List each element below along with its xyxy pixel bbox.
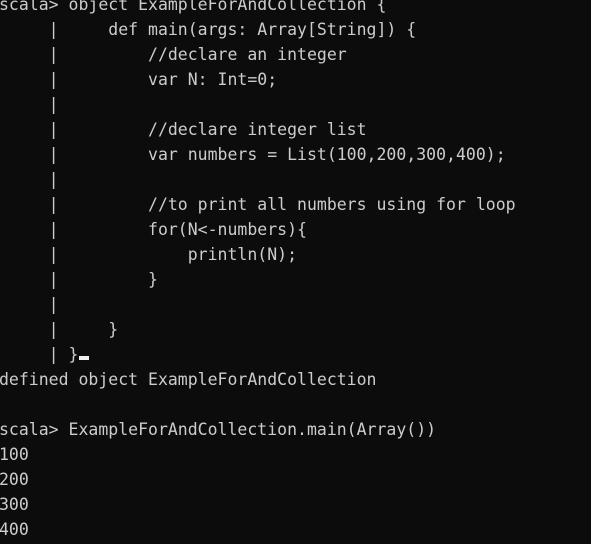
- terminal-line: 100: [0, 445, 29, 464]
- terminal-line: | for(N<-numbers){: [0, 220, 307, 239]
- terminal-line: defined object ExampleForAndCollection: [0, 370, 377, 389]
- terminal-line: | var numbers = List(100,200,300,400);: [0, 145, 506, 164]
- terminal-line: | //declare an integer: [0, 45, 347, 64]
- terminal-line: | }: [0, 320, 119, 339]
- terminal-line: | println(N);: [0, 245, 298, 264]
- terminal-line: |: [0, 170, 59, 189]
- terminal-line: 200: [0, 470, 29, 489]
- terminal-line: 300: [0, 495, 29, 514]
- terminal-line: scala> ExampleForAndCollection.main(Arra…: [0, 420, 437, 439]
- terminal-line: scala> object ExampleForAndCollection {: [0, 0, 387, 14]
- text-cursor: [79, 356, 90, 360]
- terminal-line: | def main(args: Array[String]) {: [0, 20, 417, 39]
- terminal-line: 400: [0, 520, 29, 539]
- terminal-line: |: [0, 95, 59, 114]
- terminal-line: | }: [0, 270, 158, 289]
- terminal-line: |: [0, 295, 59, 314]
- terminal-line: | //to print all numbers using for loop: [0, 195, 516, 214]
- terminal-line: | //declare integer list: [0, 120, 367, 139]
- terminal-line: | var N: Int=0;: [0, 70, 278, 89]
- terminal-window[interactable]: scala> object ExampleForAndCollection { …: [0, 0, 591, 544]
- terminal-line-with-cursor: | }: [0, 342, 591, 367]
- terminal-line-text: | }: [0, 345, 79, 364]
